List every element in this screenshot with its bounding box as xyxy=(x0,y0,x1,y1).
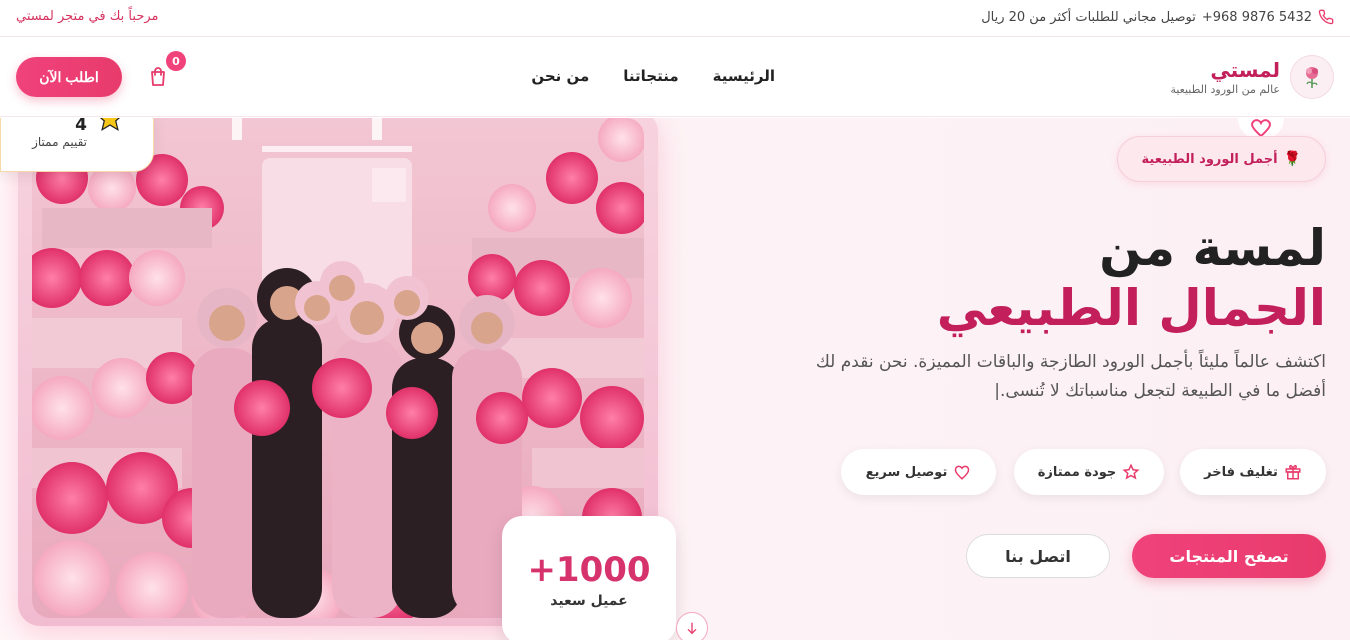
brand-tagline: عالم من الورود الطبيعية xyxy=(1170,82,1280,96)
gift-icon xyxy=(1285,464,1301,480)
logo xyxy=(1290,55,1334,99)
rating-label: تقييم ممتاز xyxy=(32,135,87,149)
browse-products-button[interactable]: تصفح المنتجات xyxy=(1132,534,1326,578)
free-shipping-text: توصيل مجاني للطلبات أكثر من 20 ريال xyxy=(981,9,1196,25)
hero-tag: 🌹 أجمل الورود الطبيعية xyxy=(1116,136,1326,182)
nav-home[interactable]: الرئيسية xyxy=(713,67,775,85)
rose-icon: 🌹 xyxy=(1283,151,1301,167)
feature-label: توصيل سريع xyxy=(865,464,948,480)
feature-fast-delivery: توصيل سريع xyxy=(841,449,996,495)
heart-icon xyxy=(1251,119,1271,136)
brand-name: لمستي xyxy=(1210,57,1280,82)
feature-luxury-wrapping: تغليف فاخر xyxy=(1180,449,1326,495)
arrow-down-icon xyxy=(687,622,697,635)
rating-card: 4 تقييم ممتاز xyxy=(0,118,154,172)
customers-count: +1000 xyxy=(527,550,651,590)
rating-value: 4 xyxy=(75,118,87,135)
rose-logo-icon xyxy=(1306,67,1318,88)
feature-quality: جودة ممتازة xyxy=(1014,449,1164,495)
customers-label: عميل سعيد xyxy=(550,593,628,609)
shopping-bag-icon[interactable] xyxy=(146,65,170,89)
contact-info: +968 9876 5432 توصيل مجاني للطلبات أكثر … xyxy=(981,9,1334,25)
brand[interactable]: لمستي عالم من الورود الطبيعية xyxy=(1170,55,1334,99)
heart-outline-icon xyxy=(955,465,970,480)
top-bar: +968 9876 5432 توصيل مجاني للطلبات أكثر … xyxy=(0,0,1350,37)
hero-description: اكتشف عالماً مليئاً بأجمل الورود الطازجة… xyxy=(815,352,1326,401)
hero-section: 🌹 أجمل الورود الطبيعية لمسة من الجمال ال… xyxy=(0,118,1350,640)
nav-products[interactable]: منتجاتنا xyxy=(623,67,678,85)
welcome-text: مرحباً بك في متجر لمستي xyxy=(16,9,159,24)
phone-number[interactable]: +968 9876 5432 xyxy=(1202,10,1312,25)
star-icon xyxy=(99,118,121,132)
nav-about[interactable]: من نحن xyxy=(531,67,589,85)
hero-tag-label: أجمل الورود الطبيعية xyxy=(1141,151,1278,167)
order-now-button[interactable]: اطلب الآن xyxy=(16,57,122,97)
contact-us-button[interactable]: اتصل بنا xyxy=(966,534,1110,578)
main-nav: الرئيسية منتجاتنا من نحن xyxy=(531,67,775,85)
scroll-down-button[interactable] xyxy=(676,612,708,640)
hero-title-line1: لمسة من xyxy=(1099,219,1326,277)
main-header: لمستي عالم من الورود الطبيعية الرئيسية م… xyxy=(0,37,1350,117)
phone-icon xyxy=(1318,9,1334,25)
happy-customers-card: +1000 عميل سعيد xyxy=(502,516,676,640)
star-outline-icon xyxy=(1122,463,1140,480)
feature-label: تغليف فاخر xyxy=(1204,464,1278,480)
feature-label: جودة ممتازة xyxy=(1037,464,1117,480)
hero-title-line2: الجمال الطبيعي xyxy=(936,279,1326,337)
